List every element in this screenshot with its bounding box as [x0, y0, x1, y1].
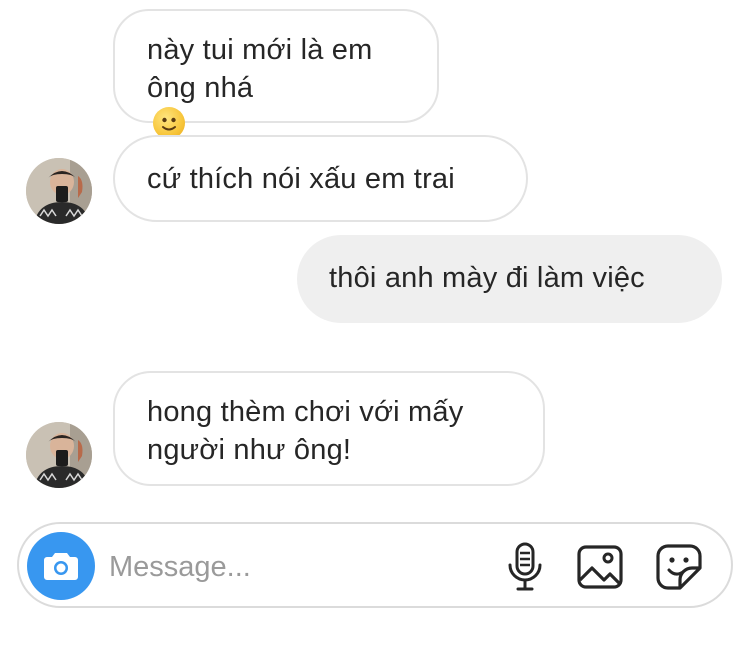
message-bubble-incoming[interactable]: cứ thích nói xấu em trai — [113, 135, 528, 222]
message-bubble-incoming[interactable]: hong thèm chơi với mấy người như ông! — [113, 371, 545, 486]
message-text-line: thôi anh mày đi làm việc — [329, 262, 645, 294]
camera-icon — [44, 553, 78, 580]
sticker-icon — [656, 544, 702, 590]
message-text-line: hong thèm chơi với mấy — [147, 396, 464, 428]
gallery-button[interactable] — [574, 541, 626, 593]
message-text-line: ông nhá — [147, 72, 254, 104]
avatar[interactable] — [26, 158, 92, 224]
sticker-button[interactable] — [653, 541, 705, 593]
message-bubble-incoming[interactable]: này tui mới là em ông nhá — [113, 9, 439, 139]
message-composer — [17, 522, 733, 608]
message-text-line-with-emoji: ông nhá — [147, 69, 437, 139]
message-bubble-outgoing[interactable]: thôi anh mày đi làm việc — [297, 235, 722, 323]
camera-button[interactable] — [27, 532, 95, 600]
message-input[interactable] — [109, 550, 449, 584]
message-text-line: cứ thích nói xấu em trai — [147, 163, 455, 195]
microphone-button[interactable] — [499, 541, 551, 593]
gallery-icon — [577, 545, 623, 589]
message-text-line: người như ông! — [147, 434, 352, 466]
message-text-line: này tui mới là em — [147, 34, 373, 66]
microphone-icon — [508, 542, 542, 591]
avatar[interactable] — [26, 422, 92, 488]
